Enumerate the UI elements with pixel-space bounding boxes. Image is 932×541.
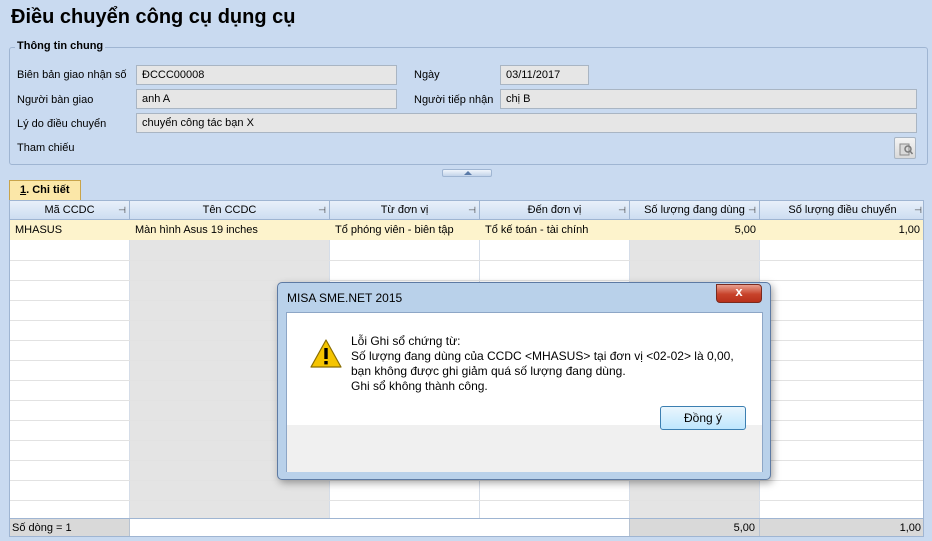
pin-icon[interactable]: ⊣ [468, 201, 476, 220]
dialog-body: Lỗi Ghi sổ chứng từ: Số lượng đang dùng … [286, 312, 763, 472]
error-dialog: MISA SME.NET 2015 x Lỗi Ghi sổ chứng từ:… [277, 282, 771, 480]
pin-icon[interactable]: ⊣ [318, 201, 326, 220]
column-header-code[interactable]: Mã CCDC ⊣ [10, 201, 130, 220]
dialog-footer [287, 425, 762, 472]
total-qty-transfer: 1,00 [760, 519, 923, 536]
close-icon: x [735, 284, 743, 299]
page-title: Điều chuyển công cụ dụng cụ [11, 6, 296, 28]
pin-icon[interactable]: ⊣ [118, 201, 126, 220]
dialog-message: Lỗi Ghi sổ chứng từ: Số lượng đang dùng … [351, 334, 734, 393]
general-info-legend: Thông tin chung [15, 40, 106, 52]
cell-qty-in-use[interactable]: 5,00 [630, 220, 756, 240]
cell-name[interactable]: Màn hình Asus 19 inches [135, 220, 258, 240]
date-field[interactable]: 03/11/2017 [500, 65, 589, 85]
column-header-to[interactable]: Đến đơn vị ⊣ [480, 201, 630, 220]
warning-icon [310, 339, 342, 368]
reference-search-icon [899, 143, 914, 156]
column-header-qty-in-use[interactable]: Số lượng đang dùng ⊣ [630, 201, 760, 220]
giver-label: Người bàn giao [17, 94, 94, 106]
reason-label: Lý do điều chuyển [17, 118, 107, 130]
reference-button[interactable] [894, 137, 916, 159]
close-button[interactable]: x [716, 284, 762, 303]
grid-header: Mã CCDC ⊣ Tên CCDC ⊣ Từ đơn vị ⊣ Đến đơn vị… [10, 201, 923, 220]
date-label: Ngày [414, 69, 440, 81]
column-header-name[interactable]: Tên CCDC ⊣ [130, 201, 330, 220]
column-header-from[interactable]: Từ đơn vị ⊣ [330, 201, 480, 220]
dialog-title: MISA SME.NET 2015 [287, 291, 403, 305]
doc-no-field[interactable]: ĐCCC00008 [136, 65, 397, 85]
total-qty-in-use: 5,00 [630, 519, 760, 536]
cell-qty-transfer[interactable]: 1,00 [760, 220, 920, 240]
table-row[interactable]: MHASUS Màn hình Asus 19 inches Tổ phóng … [10, 220, 923, 240]
grid-footer: Số dòng = 1 5,00 1,00 [10, 518, 923, 536]
grid-col-code [10, 220, 130, 518]
ok-button[interactable]: Đồng ý [660, 406, 746, 430]
row-count: Số dòng = 1 [10, 519, 130, 536]
pin-icon[interactable]: ⊣ [914, 201, 922, 220]
receiver-field[interactable]: chị B [500, 89, 917, 109]
collapse-handle[interactable] [442, 169, 492, 177]
cell-from[interactable]: Tổ phóng viên - biên tập [335, 220, 454, 240]
cell-code[interactable]: MHASUS [15, 220, 62, 240]
tab-detail[interactable]: 1. Chi tiết [9, 180, 81, 201]
cell-to[interactable]: Tổ kế toán - tài chính [485, 220, 588, 240]
grid-col-qty-transfer [760, 220, 923, 518]
receiver-label: Người tiếp nhận [414, 94, 494, 106]
giver-field[interactable]: anh A [136, 89, 397, 109]
pin-icon[interactable]: ⊣ [618, 201, 626, 220]
pin-icon[interactable]: ⊣ [748, 201, 756, 220]
doc-no-label: Biên bản giao nhận số [17, 69, 127, 81]
reason-field[interactable]: chuyển công tác bạn X [136, 113, 917, 133]
reference-label: Tham chiếu [17, 142, 75, 154]
column-header-qty-transfer[interactable]: Số lượng điều chuyển ⊣ [760, 201, 923, 220]
